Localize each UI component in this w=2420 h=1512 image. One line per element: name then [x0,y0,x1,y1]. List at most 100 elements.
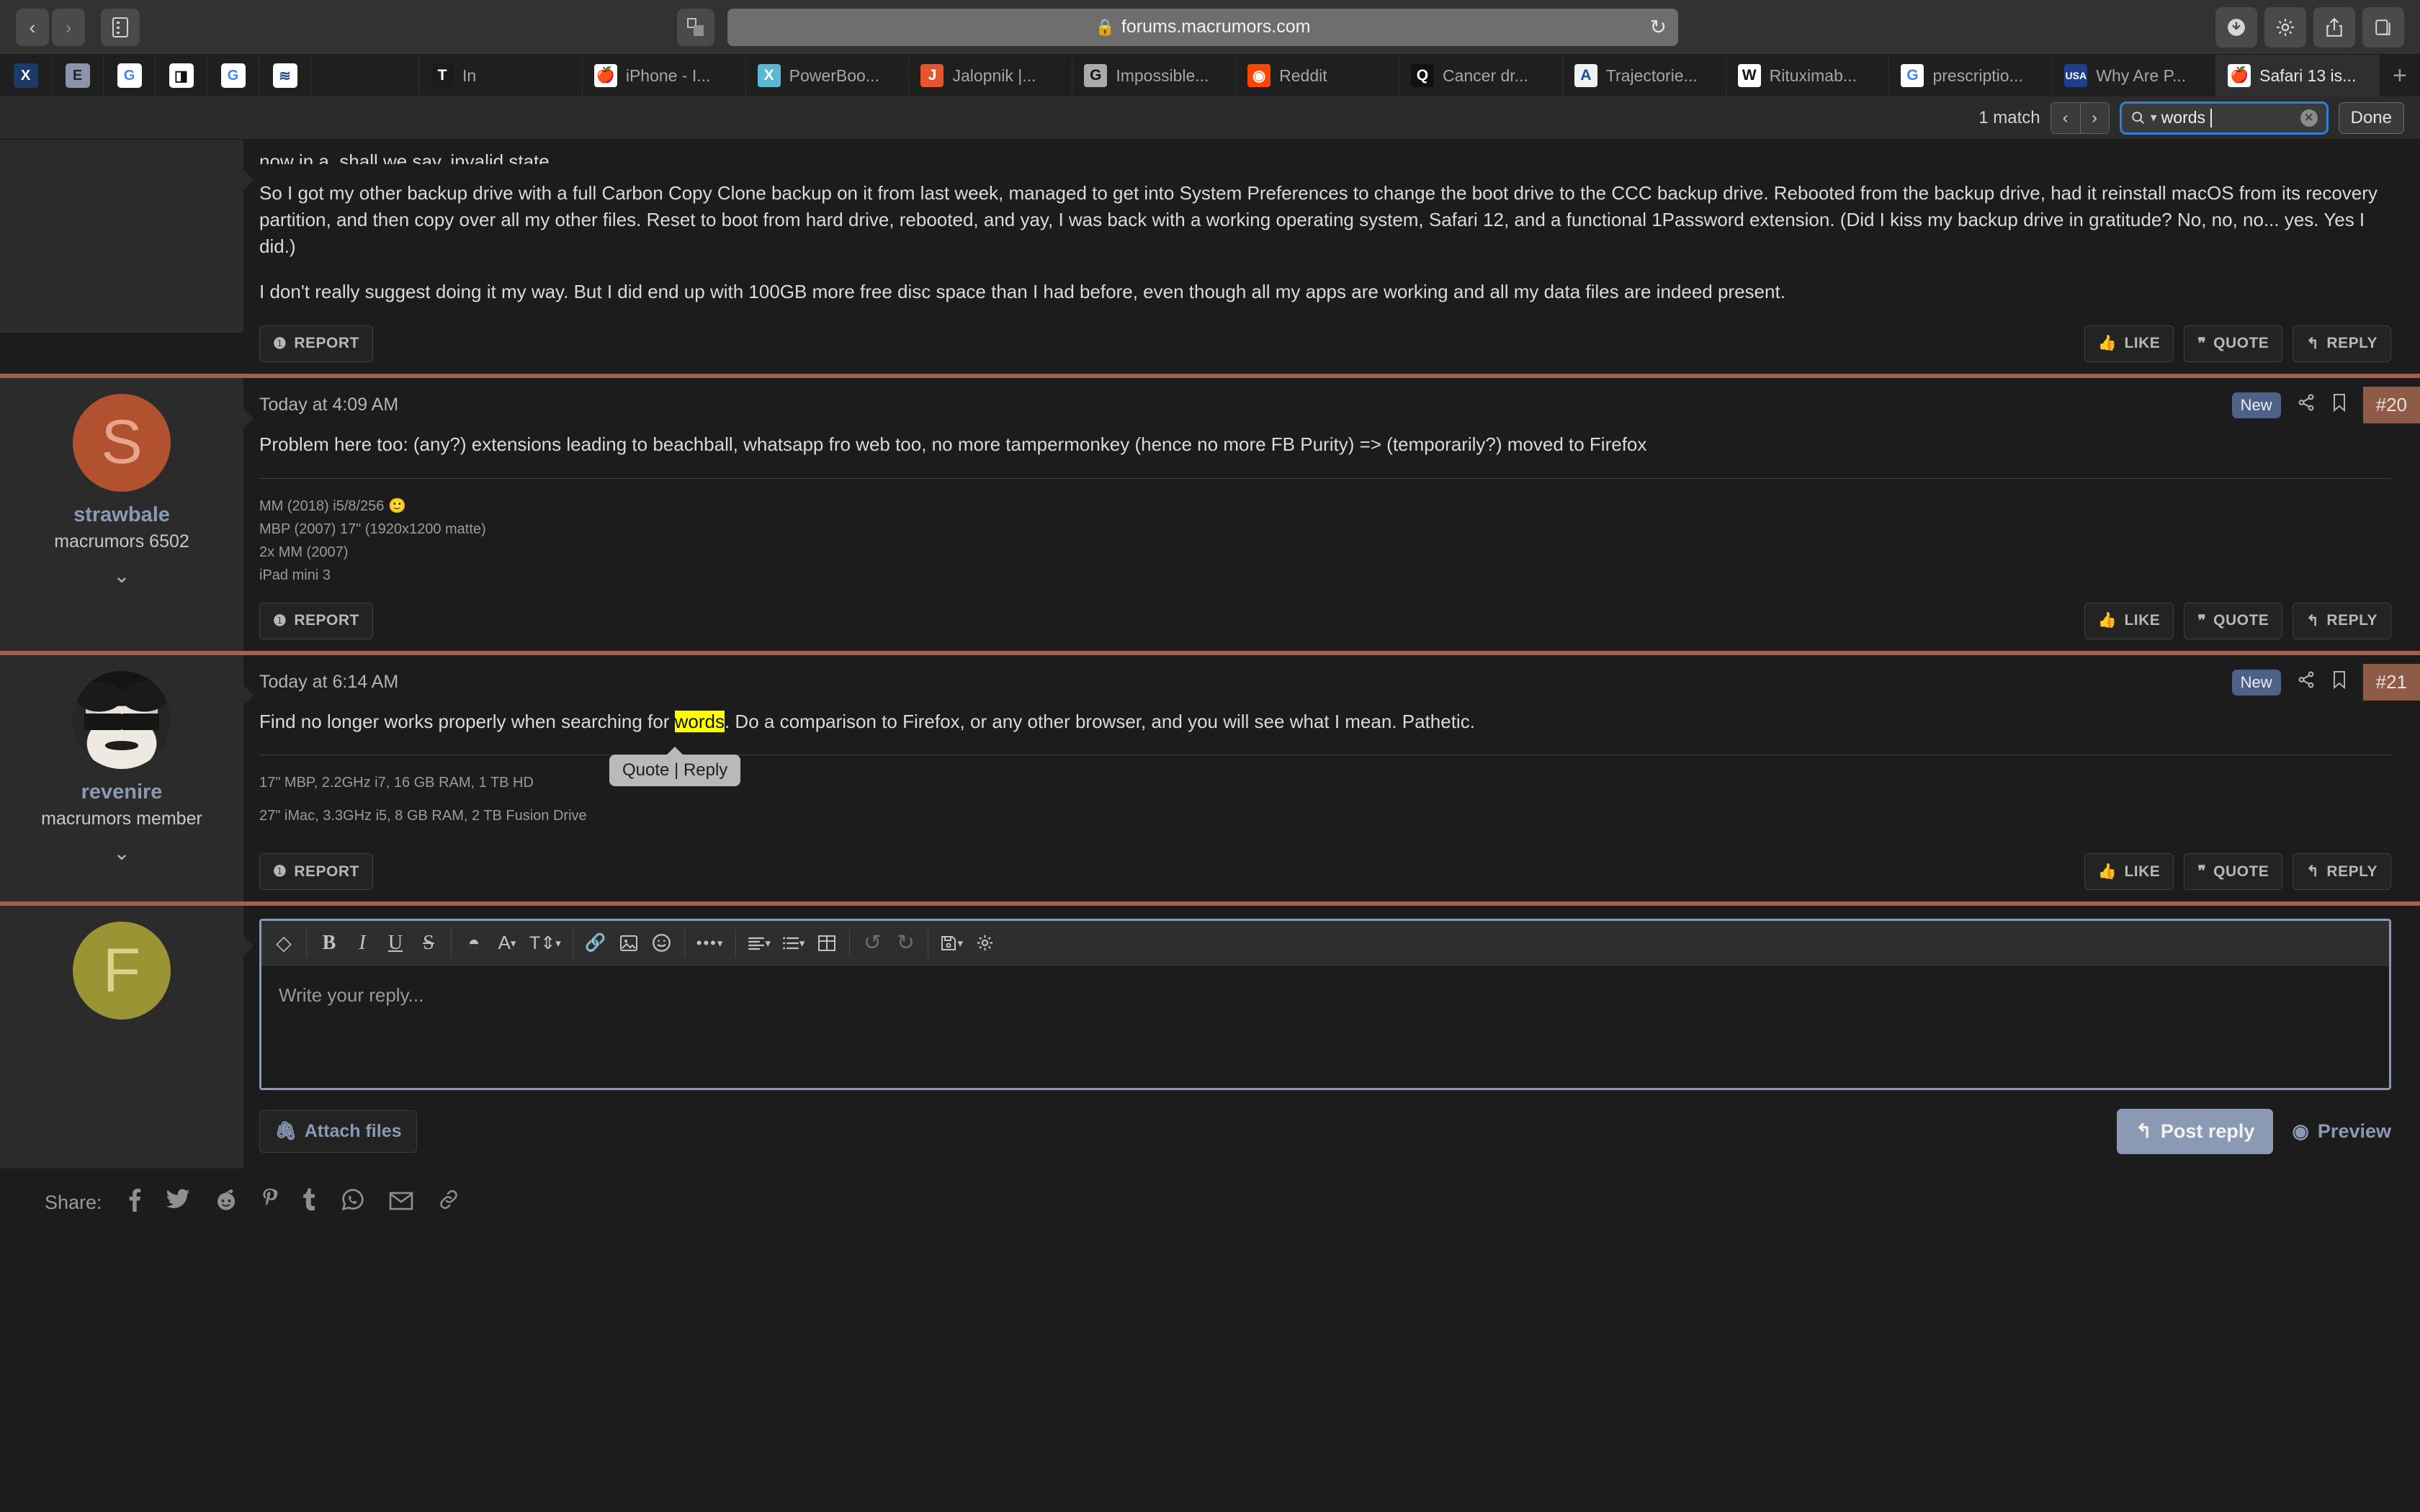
forward-button[interactable]: › [52,8,85,46]
share-tumblr-icon[interactable] [302,1188,317,1217]
post-number[interactable]: #20 [2362,387,2420,424]
browser-toolbar: ‹ › 🔒 forums.macrumors.com ↻ [0,0,2420,55]
tab-item[interactable]: X PowerBoo... [746,55,910,96]
post-reply-button[interactable]: ↰ Post reply [2117,1109,2274,1155]
chevron-down-icon[interactable]: ⌄ [0,841,243,865]
find-clear-button[interactable]: ✕ [2300,109,2318,127]
preview-button[interactable]: ◉ Preview [2292,1120,2391,1143]
undo-icon[interactable]: ↺ [856,924,889,962]
insert-image-icon[interactable] [612,924,645,962]
remove-formatting-icon[interactable]: ◇ [267,924,300,962]
insert-table-icon[interactable] [810,924,843,962]
share-button[interactable] [2313,6,2355,48]
reply-textarea[interactable]: Write your reply... [261,966,2389,1088]
quote-button[interactable]: ❞ QUOTE [2184,325,2283,362]
favorite-item[interactable]: X [0,55,52,96]
share-icon[interactable] [2297,670,2316,694]
insert-link-icon[interactable]: 🔗 [579,924,612,962]
favorite-item[interactable]: E [52,55,104,96]
downloads-button[interactable] [2215,6,2257,48]
quote-button[interactable]: ❞ QUOTE [2184,853,2283,891]
tab-item[interactable]: ◉ Reddit [1236,55,1399,96]
reload-icon[interactable]: ↻ [1650,15,1667,39]
share-twitter-icon[interactable] [166,1189,190,1216]
new-badge: New [2231,392,2281,418]
tab-item[interactable]: G Impossible... [1072,55,1237,96]
tab-overview-button[interactable] [2362,6,2404,48]
like-button[interactable]: 👍 LIKE [2084,325,2174,362]
avatar[interactable] [73,670,171,769]
italic-icon[interactable]: I [346,924,379,962]
underline-icon[interactable]: U [379,924,412,962]
draft-icon[interactable]: ▾ [934,924,969,962]
editor-settings-icon[interactable] [969,924,1002,962]
back-button[interactable]: ‹ [16,8,49,46]
tab-item[interactable]: USA Why Are P... [2053,55,2217,96]
post-username[interactable]: revenire [0,780,243,804]
font-family-icon[interactable]: A ▾ [490,924,524,962]
report-button[interactable]: ❶ REPORT [259,853,373,891]
find-done-button[interactable]: Done [2338,102,2404,134]
avatar[interactable]: S [73,393,171,492]
favorite-item[interactable]: G [104,55,156,96]
share-icon[interactable] [2297,393,2316,417]
strikethrough-icon[interactable]: S [412,924,445,962]
share-reddit-icon[interactable] [215,1188,238,1217]
report-button[interactable]: ❶ REPORT [259,602,373,639]
font-size-icon[interactable]: T⇕ ▾ [524,924,567,962]
new-tab-button[interactable]: + [2380,55,2420,96]
tab-item[interactable]: T In [419,55,583,96]
favorite-item[interactable]: G [207,55,259,96]
share-whatsapp-icon[interactable] [341,1188,364,1217]
thumbs-up-icon: 👍 [2097,863,2118,880]
tab-item-active[interactable]: 🍎 Safari 13 is... [2216,55,2380,96]
bookmark-icon[interactable] [2331,670,2347,694]
favorite-item[interactable]: ◨ [156,55,207,96]
more-options-icon[interactable]: ••• ▾ [691,924,730,962]
post-number[interactable]: #21 [2362,664,2420,701]
bold-icon[interactable]: B [313,924,346,962]
reply-button[interactable]: ↰ REPLY [2293,602,2391,639]
tab-item[interactable]: W Rituximab... [1726,55,1890,96]
text-align-icon[interactable]: ▾ [742,924,776,962]
share-pinterest-icon[interactable] [262,1188,278,1217]
bookmark-icon[interactable] [2331,393,2347,417]
tab-item[interactable]: A Trajectorie... [1563,55,1726,96]
tab-item[interactable]: Gprescriptio... [1889,55,2053,96]
share-link-icon[interactable] [438,1189,460,1216]
post-sidebar: S strawbale macrumors 6502 ⌄ [0,377,254,651]
show-tab-overview-button[interactable] [677,8,714,46]
extensions-button[interactable] [2264,6,2306,48]
find-previous-button[interactable]: ‹ [2051,102,2080,133]
post-date[interactable]: Today at 4:09 AM [259,395,398,415]
avatar[interactable]: F [73,922,171,1020]
report-button[interactable]: ❶ REPORT [259,325,373,362]
text-color-icon[interactable]: ◓ [457,924,490,962]
tab-item[interactable]: J Jalopnik |... [909,55,1073,96]
share-facebook-icon[interactable] [127,1187,141,1218]
chevron-right-icon: › [2092,108,2097,127]
sidebar-toggle-button[interactable] [101,8,140,46]
find-input[interactable]: ▾ words ✕ [2119,101,2329,135]
insert-emoji-icon[interactable] [645,924,678,962]
find-next-button[interactable]: › [2079,102,2109,133]
redo-icon[interactable]: ↻ [889,924,922,962]
post-username[interactable]: strawbale [0,503,243,527]
favorite-item[interactable]: ≋ [259,55,311,96]
list-icon[interactable]: ▾ [776,924,811,962]
share-email-icon[interactable] [389,1189,413,1216]
like-button[interactable]: 👍 LIKE [2084,602,2174,639]
tab-item[interactable]: Q Cancer dr... [1399,55,1563,96]
quote-reply-tooltip[interactable]: Quote | Reply [609,746,741,786]
post-date[interactable]: Today at 6:14 AM [259,672,398,693]
tab-item[interactable]: 🍎 iPhone - I... [583,55,746,96]
reply-button[interactable]: ↰ REPLY [2293,325,2391,362]
like-button[interactable]: 👍 LIKE [2084,853,2174,891]
quote-button[interactable]: ❞ QUOTE [2184,602,2283,639]
editor-submit-group: ↰ Post reply ◉ Preview [2117,1109,2391,1155]
attach-files-button[interactable]: 🖇 Attach files [259,1110,417,1153]
reply-button[interactable]: ↰ REPLY [2293,853,2391,891]
chevron-down-icon[interactable]: ⌄ [0,564,243,588]
address-bar[interactable]: 🔒 forums.macrumors.com ↻ [727,8,1678,46]
search-match-highlight: words [674,710,725,732]
